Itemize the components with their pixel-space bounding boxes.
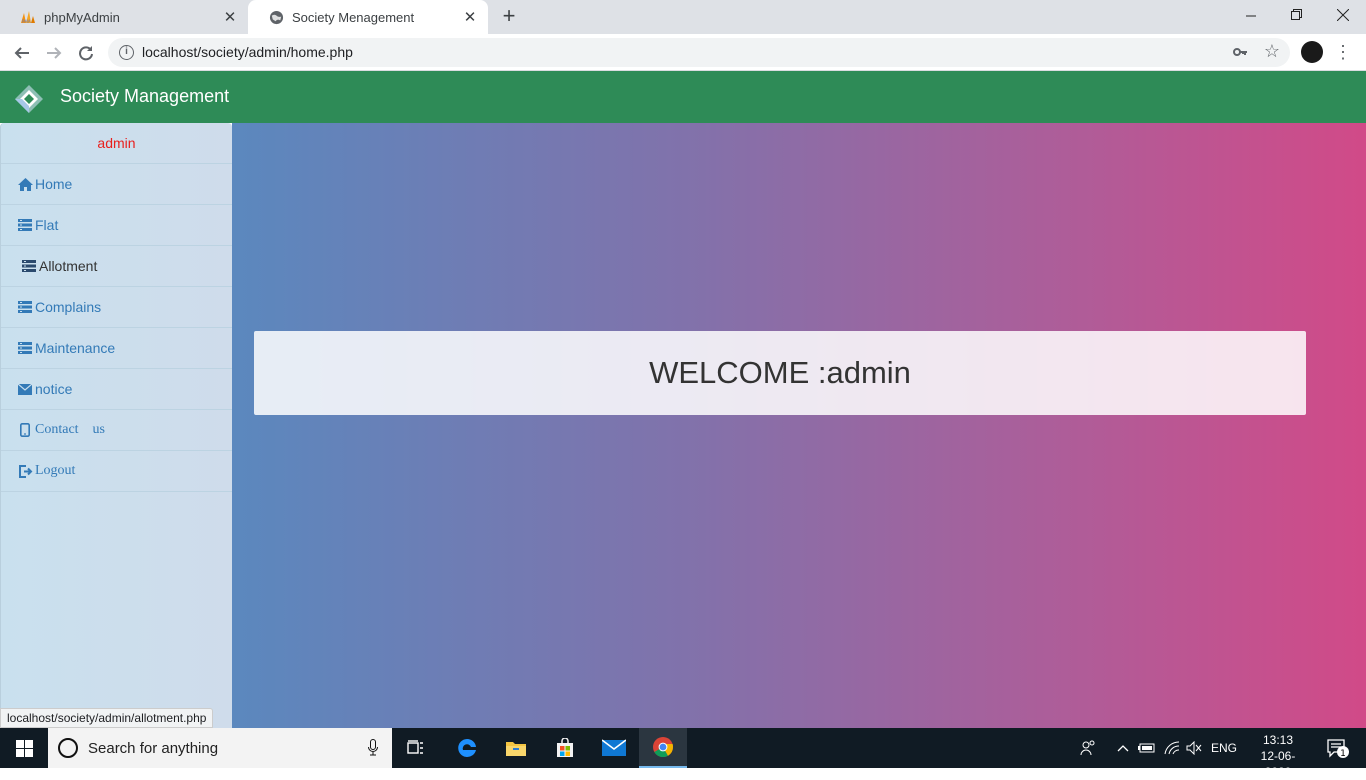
- wifi-icon[interactable]: [1162, 728, 1182, 768]
- profile-avatar[interactable]: [1301, 41, 1323, 63]
- sidebar: admin Home Flat Allotment Complains Main…: [0, 123, 232, 728]
- clock-time: 13:13: [1262, 733, 1294, 747]
- task-view-icon[interactable]: [392, 728, 440, 768]
- sidebar-item-label: Complains: [35, 299, 102, 315]
- sidebar-item-notice[interactable]: notice: [1, 369, 232, 410]
- phpmyadmin-favicon-icon: PMA: [20, 9, 36, 25]
- url-text: localhost/society/admin/home.php: [142, 44, 353, 60]
- main-content: WELCOME :admin: [232, 123, 1366, 728]
- file-explorer-icon[interactable]: [492, 728, 540, 768]
- close-tab-icon[interactable]: ✕: [462, 9, 478, 26]
- taskbar-search-input[interactable]: Search for anything: [48, 728, 392, 768]
- new-tab-icon[interactable]: +: [498, 5, 520, 28]
- address-bar[interactable]: i localhost/society/admin/home.php ☆: [108, 38, 1290, 67]
- sidebar-item-contact[interactable]: Contact us: [1, 410, 232, 451]
- cortana-icon: [58, 738, 78, 758]
- sidebar-username: admin: [1, 123, 232, 164]
- search-placeholder: Search for anything: [88, 740, 219, 757]
- logout-icon: [17, 464, 33, 478]
- people-icon[interactable]: [1076, 728, 1100, 768]
- browser-menu-icon[interactable]: ⋮: [1334, 41, 1352, 63]
- list-icon: [21, 259, 37, 273]
- show-hidden-icons-chevron-icon[interactable]: [1114, 728, 1132, 768]
- sidebar-item-label: Allotment: [39, 258, 98, 274]
- chrome-icon[interactable]: [639, 728, 687, 768]
- site-title: Society Management: [60, 86, 230, 106]
- bookmark-star-icon[interactable]: ☆: [1264, 41, 1280, 62]
- sidebar-item-label: notice: [35, 381, 73, 397]
- site-header: Society Management: [0, 71, 1366, 123]
- close-window-icon[interactable]: [1320, 0, 1366, 30]
- globe-icon: [268, 9, 284, 25]
- action-center-icon[interactable]: 1: [1318, 728, 1358, 768]
- language-indicator[interactable]: ENG: [1208, 728, 1240, 768]
- notification-count: 1: [1340, 749, 1346, 759]
- close-tab-icon[interactable]: ✕: [222, 9, 238, 26]
- tab-title: Society Menagement: [292, 9, 415, 25]
- tab-phpmyadmin[interactable]: PMA phpMyAdmin ✕: [0, 0, 248, 34]
- tab-society-management[interactable]: Society Menagement ✕: [248, 0, 488, 34]
- restore-icon[interactable]: [1274, 0, 1320, 30]
- forward-icon[interactable]: [42, 41, 66, 65]
- sidebar-item-label: Maintenance: [35, 340, 116, 356]
- list-icon: [17, 218, 33, 232]
- tab-title: phpMyAdmin: [44, 9, 120, 25]
- svg-text:PMA: PMA: [22, 19, 31, 24]
- system-clock[interactable]: 13:13 12-06-2020: [1248, 732, 1308, 780]
- mail-icon[interactable]: [590, 728, 638, 768]
- reload-icon[interactable]: [74, 41, 98, 65]
- sidebar-item-allotment[interactable]: Allotment: [1, 246, 232, 287]
- sidebar-item-logout[interactable]: Logout: [1, 451, 232, 492]
- edge-browser-icon[interactable]: [443, 728, 491, 768]
- site-info-icon[interactable]: i: [119, 45, 134, 60]
- browser-tab-strip: PMA phpMyAdmin ✕ Society Menagement ✕ +: [0, 0, 1366, 34]
- envelope-icon: [17, 382, 33, 396]
- list-icon: [17, 300, 33, 314]
- browser-toolbar: i localhost/society/admin/home.php ☆ ⋮: [0, 34, 1366, 71]
- site-logo-icon: [14, 84, 44, 114]
- sidebar-item-label: Logout: [35, 463, 76, 478]
- welcome-message: WELCOME :admin: [254, 331, 1306, 415]
- taskbar: Search for anything ENG 13:13 12-06-2020: [0, 728, 1366, 779]
- sidebar-item-label: Home: [35, 176, 73, 192]
- windows-start-icon[interactable]: [0, 728, 48, 768]
- clock-date: 12-06-2020: [1260, 749, 1296, 779]
- store-icon[interactable]: [541, 728, 589, 768]
- sidebar-item-complains[interactable]: Complains: [1, 287, 232, 328]
- battery-icon[interactable]: [1137, 728, 1157, 768]
- sidebar-item-home[interactable]: Home: [1, 164, 232, 205]
- key-icon[interactable]: [1232, 44, 1248, 63]
- microphone-icon[interactable]: [368, 739, 378, 756]
- volume-muted-icon[interactable]: [1184, 728, 1204, 768]
- minimize-icon[interactable]: [1228, 0, 1274, 30]
- sidebar-item-label: Contact us: [35, 422, 105, 437]
- phone-icon: [17, 423, 33, 437]
- sidebar-item-label: Flat: [35, 217, 59, 233]
- sidebar-item-flat[interactable]: Flat: [1, 205, 232, 246]
- back-icon[interactable]: [10, 41, 34, 65]
- list-icon: [17, 341, 33, 355]
- sidebar-item-maintenance[interactable]: Maintenance: [1, 328, 232, 369]
- home-icon: [17, 177, 33, 191]
- link-status-bar: localhost/society/admin/allotment.php: [0, 708, 214, 728]
